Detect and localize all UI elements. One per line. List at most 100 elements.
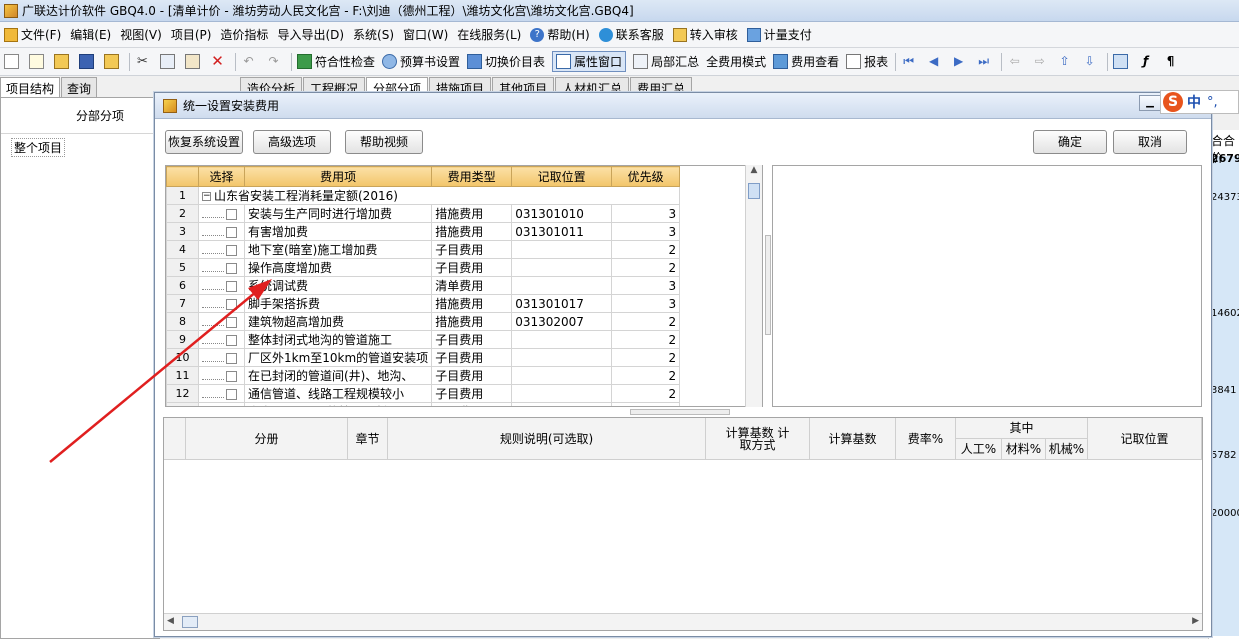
menu-import-export[interactable]: 导入导出(D) (277, 26, 344, 43)
position-cell[interactable]: 031302007 (511, 312, 613, 331)
priority-cell[interactable]: 2 (611, 384, 681, 403)
position-cell[interactable] (511, 276, 613, 295)
position-cell[interactable] (511, 348, 613, 367)
cost-type-cell[interactable]: 措施费用 (431, 222, 513, 241)
select-checkbox[interactable] (226, 407, 237, 408)
menu-help[interactable]: ? 帮助(H) (530, 26, 590, 43)
grid-row[interactable]: 4 地下室(暗室)施工增加费 子目费用 2 (166, 240, 681, 259)
priority-cell[interactable]: 2 (611, 402, 681, 406)
select-cell[interactable] (198, 276, 245, 295)
minimize-button[interactable]: ▁ (1139, 95, 1161, 111)
position-cell[interactable] (511, 366, 613, 385)
cost-view-button[interactable]: 费用查看 (773, 53, 839, 70)
formula-button[interactable]: ƒ (1138, 54, 1156, 69)
menu-project[interactable]: 项目(P) (171, 26, 212, 43)
report-button[interactable]: 报表 (846, 53, 888, 70)
cost-type-cell[interactable]: 子目费用 (431, 348, 513, 367)
scroll-thumb[interactable] (182, 616, 198, 628)
undo-button[interactable]: ↶ (241, 54, 259, 69)
menu-system[interactable]: 系统(S) (353, 26, 394, 43)
scroll-left-icon[interactable]: ◀ (167, 616, 174, 626)
move-right-button[interactable]: ⇨ (1032, 54, 1050, 69)
collapse-icon[interactable]: − (202, 192, 211, 201)
move-down-button[interactable]: ⇩ (1082, 54, 1100, 69)
redo-button[interactable]: ↷ (266, 54, 284, 69)
cost-type-cell[interactable]: 清单费用 (431, 276, 513, 295)
priority-cell[interactable]: 2 (611, 330, 681, 349)
select-checkbox[interactable] (226, 262, 237, 274)
open-button[interactable] (54, 54, 72, 69)
cost-type-cell[interactable]: 措施费用 (431, 204, 513, 223)
menu-cost-index[interactable]: 造价指标 (220, 26, 268, 43)
priority-cell[interactable]: 3 (611, 222, 681, 241)
advanced-options-button[interactable]: 高级选项 (253, 130, 331, 154)
grid-row[interactable]: 12 通信管道、线路工程规模较小 子目费用 2 (166, 384, 681, 403)
select-cell[interactable] (198, 312, 245, 331)
select-cell[interactable] (198, 294, 245, 313)
select-checkbox[interactable] (226, 316, 237, 328)
tab-query[interactable]: 查询 (61, 77, 98, 97)
priority-cell[interactable]: 2 (611, 258, 681, 277)
new-template-button[interactable] (29, 54, 47, 69)
priority-cell[interactable]: 2 (611, 240, 681, 259)
select-checkbox[interactable] (226, 352, 237, 364)
save-button[interactable] (79, 54, 97, 69)
select-cell[interactable] (198, 384, 245, 403)
sogou-logo-icon[interactable]: S (1163, 92, 1183, 112)
select-checkbox[interactable] (226, 370, 237, 382)
tree-node-root[interactable]: 整个项目 (11, 138, 66, 157)
select-cell[interactable] (198, 330, 245, 349)
position-cell[interactable] (511, 330, 613, 349)
ime-punctuation-toggle[interactable]: °, (1207, 95, 1218, 110)
menu-contact[interactable]: 联系客服 (598, 26, 664, 43)
menu-transfer-audit[interactable]: 转入审核 (672, 26, 738, 43)
delete-button[interactable]: ✕ (210, 54, 228, 69)
grid-row[interactable]: 11 在已封闭的管道间(井)、地沟、 子目费用 2 (166, 366, 681, 385)
select-checkbox[interactable] (226, 298, 237, 310)
grid-row[interactable]: 2 安装与生产同时进行增加费 措施费用 031301010 3 (166, 204, 681, 223)
grid-group-row[interactable]: 1 − 山东省安装工程消耗量定额(2016) (166, 186, 681, 205)
select-checkbox[interactable] (226, 388, 237, 400)
full-cost-mode-button[interactable]: 全费用模式 (706, 53, 766, 70)
properties-window-button[interactable]: 属性窗口 (552, 51, 627, 72)
new-button[interactable] (4, 54, 22, 69)
select-cell[interactable] (198, 240, 245, 259)
position-cell[interactable]: 031301010 (511, 204, 613, 223)
copy-button[interactable] (160, 54, 178, 69)
partial-summary-button[interactable]: 局部汇总 (633, 53, 699, 70)
next-button[interactable]: ▶ (951, 54, 969, 69)
cancel-button[interactable]: 取消 (1113, 130, 1187, 154)
priority-cell[interactable]: 2 (611, 348, 681, 367)
rules-horizontal-scrollbar[interactable]: ◀ ▶ (164, 613, 1202, 630)
cost-type-cell[interactable]: 子目费用 (431, 258, 513, 277)
move-left-button[interactable]: ⇦ (1007, 54, 1025, 69)
select-cell[interactable] (198, 204, 245, 223)
cost-type-cell[interactable]: 子目费用 (431, 240, 513, 259)
first-button[interactable]: ⏮ (901, 54, 919, 69)
menu-online[interactable]: 在线服务(L) (457, 26, 521, 43)
cost-type-cell[interactable]: 子目费用 (431, 402, 513, 406)
select-cell[interactable] (198, 366, 245, 385)
priority-cell[interactable]: 3 (611, 276, 681, 295)
cost-type-cell[interactable]: 子目费用 (431, 384, 513, 403)
grid-row[interactable]: 7 脚手架搭拆费 措施费用 031301017 3 (166, 294, 681, 313)
select-cell[interactable] (198, 348, 245, 367)
horizontal-splitter[interactable] (630, 409, 730, 415)
select-checkbox[interactable] (226, 280, 237, 292)
budget-settings-button[interactable]: 预算书设置 (382, 53, 460, 70)
menu-view[interactable]: 视图(V) (120, 26, 162, 43)
help-video-button[interactable]: 帮助视频 (345, 130, 423, 154)
export-button[interactable] (104, 54, 122, 69)
ime-chinese-toggle[interactable]: 中 (1187, 92, 1201, 112)
ok-button[interactable]: 确定 (1033, 130, 1107, 154)
select-checkbox[interactable] (226, 334, 237, 346)
select-checkbox[interactable] (226, 244, 237, 256)
vertical-splitter[interactable] (765, 235, 771, 335)
position-cell[interactable]: 031301017 (511, 294, 613, 313)
select-cell[interactable] (198, 222, 245, 241)
priority-cell[interactable]: 3 (611, 294, 681, 313)
cost-type-cell[interactable]: 子目费用 (431, 330, 513, 349)
position-cell[interactable] (511, 258, 613, 277)
priority-cell[interactable]: 2 (611, 312, 681, 331)
grid-row[interactable]: 3 有害增加费 措施费用 031301011 3 (166, 222, 681, 241)
